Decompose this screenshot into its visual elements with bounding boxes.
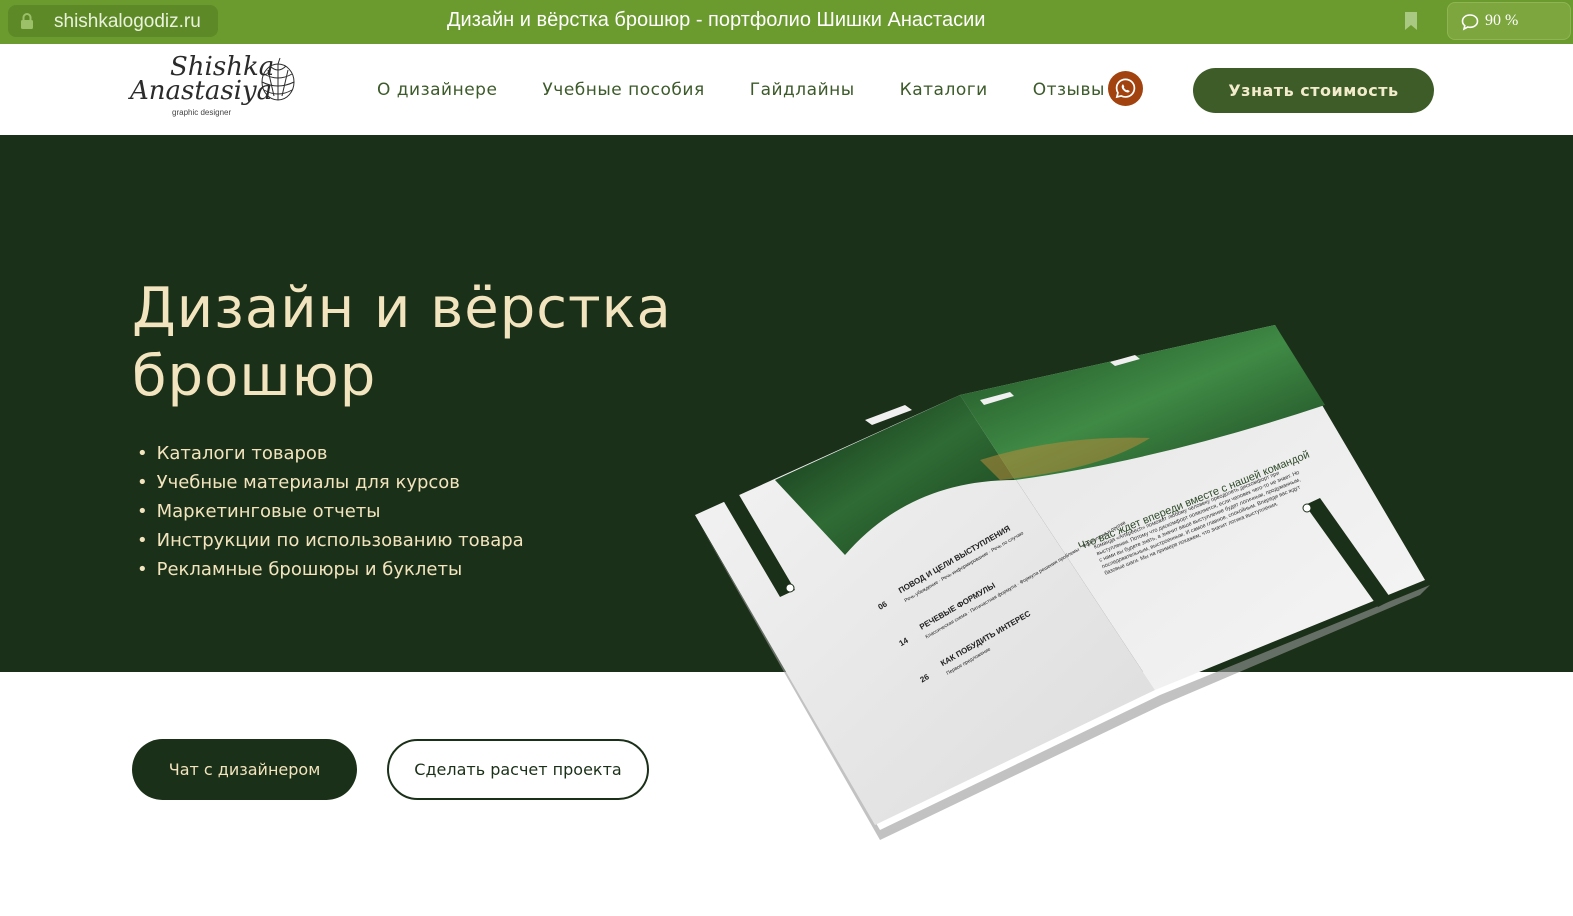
zoom-level: 90 % — [1485, 12, 1519, 29]
main-nav: О дизайнере Учебные пособия Гайдлайны Ка… — [377, 80, 1150, 100]
nav-item-textbooks[interactable]: Учебные пособия — [542, 80, 704, 100]
logo-tagline: graphic designer — [172, 108, 232, 117]
nav-item-catalogs[interactable]: Каталоги — [900, 80, 988, 100]
get-price-button[interactable]: Узнать стоимость — [1193, 68, 1434, 113]
chat-with-designer-button[interactable]: Чат с дизайнером — [132, 739, 357, 800]
logo-line-2: Anastasiya — [130, 76, 273, 106]
pine-cone-icon — [261, 57, 295, 101]
zoom-indicator[interactable]: 90 % — [1447, 2, 1571, 40]
list-item: Учебные материалы для курсов — [137, 468, 524, 497]
page-tab-title: Дизайн и вёрстка брошюр - портфолио Шишк… — [447, 9, 986, 31]
hero-title: Дизайн и вёрстка брошюр — [132, 276, 672, 409]
list-item: Маркетинговые отчеты — [137, 497, 524, 526]
logo[interactable]: Shishka Anastasiya graphic designer — [130, 52, 305, 124]
chat-bubble-icon — [1461, 14, 1479, 31]
url-text: shishkalogodiz.ru — [54, 11, 201, 32]
lock-icon — [21, 13, 33, 29]
bookmark-icon[interactable] — [1403, 11, 1419, 31]
brochure-mockup-image: 06 ПОВОД И ЦЕЛИ ВЫСТУПЛЕНИЯ Речь-убежден… — [695, 325, 1430, 840]
address-bar[interactable]: shishkalogodiz.ru — [8, 5, 218, 37]
list-item: Каталоги товаров — [137, 439, 524, 468]
whatsapp-icon — [1115, 78, 1136, 99]
calculate-project-button[interactable]: Сделать расчет проекта — [387, 739, 649, 800]
nav-item-guidelines[interactable]: Гайдлайны — [750, 80, 855, 100]
nav-item-reviews[interactable]: Отзывы — [1033, 80, 1105, 100]
nav-item-about[interactable]: О дизайнере — [377, 80, 497, 100]
whatsapp-button[interactable] — [1108, 71, 1143, 106]
hero-bullet-list: Каталоги товаров Учебные материалы для к… — [137, 439, 524, 584]
list-item: Инструкции по использованию товара — [137, 526, 524, 555]
list-item: Рекламные брошюры и буклеты — [137, 555, 524, 584]
browser-bar: shishkalogodiz.ru Дизайн и вёрстка брошю… — [0, 0, 1573, 44]
site-header: Shishka Anastasiya graphic designer О ди… — [0, 44, 1573, 135]
